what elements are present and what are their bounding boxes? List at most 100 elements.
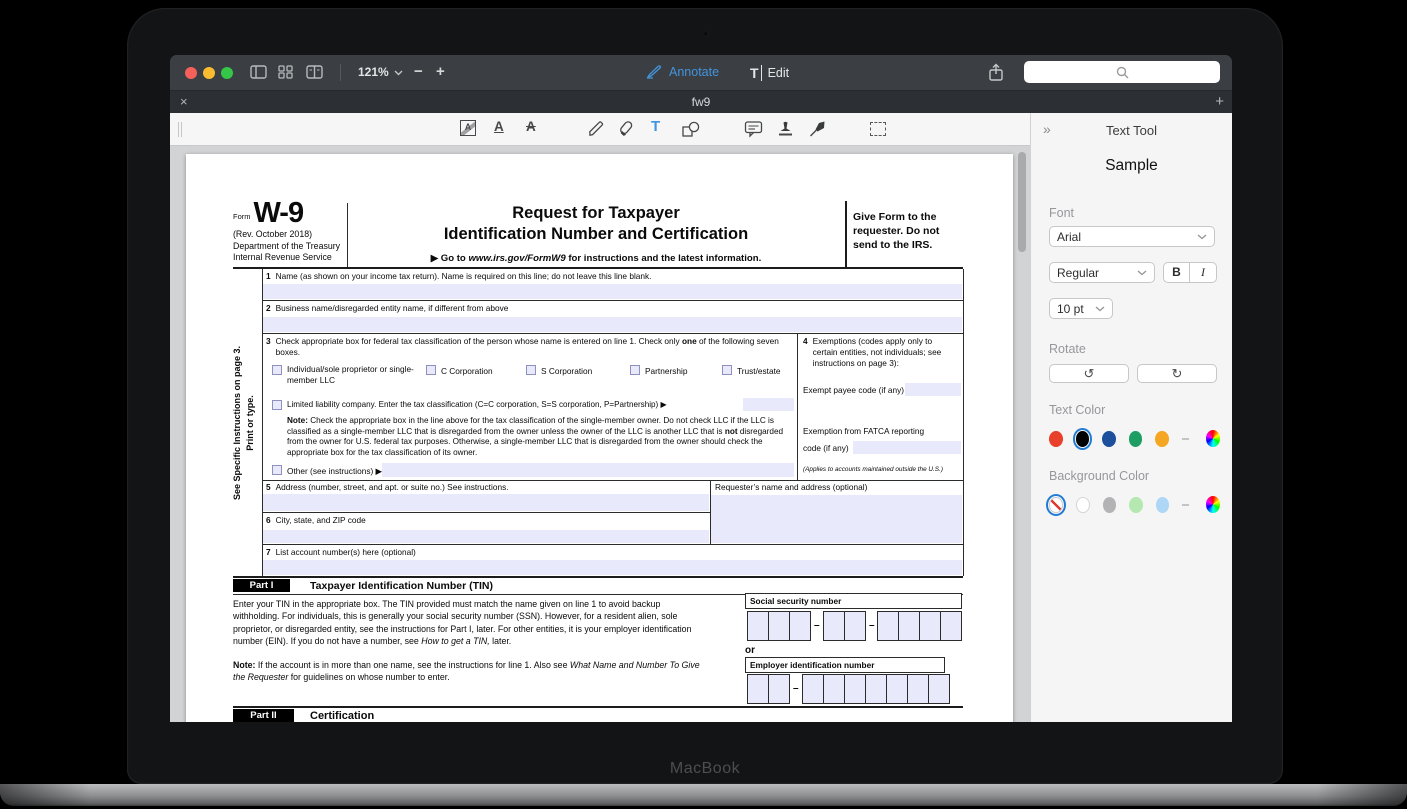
checkbox-other[interactable] [272,465,282,475]
signature-pen-icon[interactable] [808,120,827,138]
sidebar-toggle-icon[interactable] [250,65,267,79]
marker-icon[interactable] [618,120,636,138]
rotate-left-button[interactable]: ↺ [1049,364,1129,383]
font-style-value: Regular [1057,266,1099,280]
bg-color-wheel[interactable] [1206,496,1220,513]
stamp-icon[interactable] [777,120,794,138]
swatch-divider [1182,438,1189,440]
requester-input[interactable] [711,495,962,543]
checkbox-individual-label: Individual/sole proprietor or single-mem… [287,364,419,386]
llc-classification-input[interactable] [743,398,794,411]
ein-cell[interactable] [823,674,845,704]
ein-cell[interactable] [844,674,866,704]
tab-edit[interactable]: T Edit [750,65,789,81]
requester-label: Requester’s name and address (optional) [715,482,960,493]
text-color-green[interactable] [1129,431,1143,447]
strikethrough-text-icon[interactable]: A [526,119,536,134]
vertical-scrollbar[interactable] [1018,152,1026,252]
ein-cell[interactable] [768,674,790,704]
text-color-orange[interactable] [1155,431,1169,447]
bg-color-light-blue[interactable] [1156,497,1169,513]
ein-cell[interactable] [802,674,824,704]
zoom-level[interactable]: 121% [358,65,389,79]
checkbox-individual[interactable] [272,365,282,375]
ssn-cell[interactable] [823,611,845,641]
line7-input[interactable] [263,560,962,575]
text-tool-icon[interactable]: T [651,118,660,135]
font-style-select[interactable]: Regular [1049,262,1155,283]
text-color-red[interactable] [1049,431,1063,447]
zoom-out-button[interactable]: − [414,63,423,80]
new-tab-icon[interactable]: + [1215,93,1224,110]
ssn-cell[interactable] [747,611,769,641]
pencil-icon[interactable] [587,120,605,138]
exempt-payee-label: Exempt payee code (if any) [803,385,904,396]
give-form-note: Give Form to the requester. Do not send … [853,210,961,253]
underline-text-icon[interactable]: A [494,119,504,134]
rotate-right-button[interactable]: ↻ [1137,364,1217,383]
ssn-cell[interactable] [789,611,811,641]
chevron-down-icon[interactable] [394,70,403,76]
line5-input[interactable] [263,494,709,511]
checkbox-llc[interactable] [272,400,282,410]
line4-label: 4Exemptions (codes apply only to certain… [803,336,958,368]
italic-button[interactable]: I [1190,263,1216,282]
selection-tool-icon[interactable] [870,122,886,136]
pdf-page: Form W-9 (Rev. October 2018) Department … [186,154,1013,722]
toolbar-drag-handle[interactable] [178,122,184,137]
ssn-cell[interactable] [940,611,962,641]
checkbox-trust-estate[interactable] [722,365,732,375]
thumbnails-view-icon[interactable] [278,65,293,79]
bg-color-light-green[interactable] [1129,497,1142,513]
font-family-select[interactable]: Arial [1049,226,1215,247]
text-color-blue[interactable] [1102,431,1116,447]
tab-annotate[interactable]: Annotate [646,65,719,79]
checkbox-partnership[interactable] [630,365,640,375]
checkbox-s-corporation[interactable] [526,365,536,375]
search-input[interactable] [1024,61,1220,83]
share-icon[interactable] [988,63,1004,82]
font-size-select[interactable]: 10 pt [1049,298,1113,319]
line5-label: 5Address (number, street, and apt. or su… [266,482,706,493]
line6-input[interactable] [263,530,709,543]
ein-cell[interactable] [865,674,887,704]
exempt-payee-input[interactable] [905,383,961,396]
part2-title: Certification [310,710,374,722]
checkbox-trust-estate-label: Trust/estate [737,366,781,377]
text-color-black-selected[interactable] [1076,431,1090,447]
bg-color-none-selected[interactable] [1049,497,1063,513]
ssn-cell[interactable] [844,611,866,641]
bg-color-white[interactable] [1076,497,1090,513]
macbook-label: MacBook [127,760,1283,778]
line6-label: 6City, state, and ZIP code [266,515,696,526]
ssn-cell[interactable] [768,611,790,641]
ein-cell[interactable] [907,674,929,704]
bold-button[interactable]: B [1164,263,1190,282]
line2-input[interactable] [263,317,962,332]
text-color-wheel[interactable] [1206,430,1220,447]
annotate-pen-icon [646,65,663,79]
bg-color-gray[interactable] [1103,497,1116,513]
tab-title[interactable]: fw9 [170,95,1232,109]
ssn-cell[interactable] [877,611,899,641]
ssn-cell[interactable] [898,611,920,641]
zoom-in-button[interactable]: + [436,63,445,80]
close-window-button[interactable] [185,67,197,79]
macbook-base [0,784,1407,806]
other-input[interactable] [382,463,794,477]
highlight-text-icon[interactable]: A [460,120,476,136]
line1-input[interactable] [263,284,962,299]
ssn-cell[interactable] [919,611,941,641]
ein-cell[interactable] [747,674,769,704]
comment-icon[interactable] [744,120,763,138]
checkbox-c-corporation[interactable] [426,365,436,375]
annotation-toolbar: A A A T [170,113,1030,146]
fullscreen-window-button[interactable] [221,67,233,79]
shapes-icon[interactable] [681,120,701,138]
macbook-bezel: 121% − + Annotate T Edit [127,8,1283,784]
ein-cell[interactable] [928,674,950,704]
fatca-input[interactable] [853,441,961,454]
minimize-window-button[interactable] [203,67,215,79]
two-page-view-icon[interactable] [306,65,323,79]
ein-cell[interactable] [886,674,908,704]
